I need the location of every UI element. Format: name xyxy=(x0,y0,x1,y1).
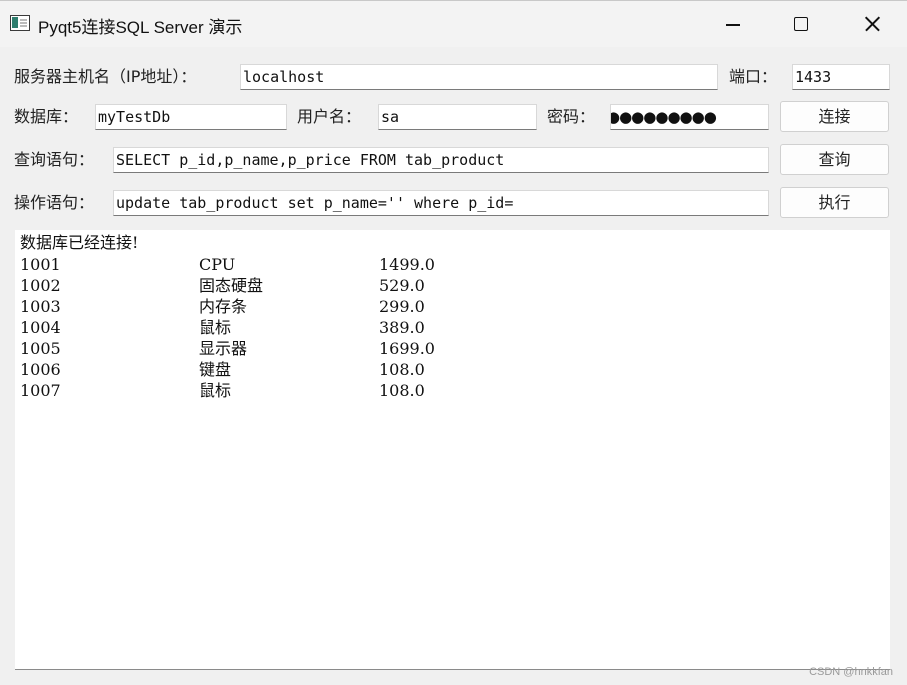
table-row: 1007 鼠标 108.0 xyxy=(15,381,890,402)
product-price: 1499.0 xyxy=(379,255,435,274)
database-input[interactable]: myTestDb xyxy=(95,104,287,130)
port-input[interactable]: 1433 xyxy=(792,64,890,90)
host-input[interactable]: localhost xyxy=(240,64,718,90)
username-label: 用户名： xyxy=(297,107,362,126)
product-id: 1001 xyxy=(20,255,61,274)
close-icon[interactable] xyxy=(849,1,895,47)
main-window: Pyqt5连接SQL Server 演示 服务器主机名（IP地址）： local… xyxy=(0,0,907,685)
product-name: 鼠标 xyxy=(199,318,232,337)
product-id: 1006 xyxy=(20,360,61,379)
table-row: 1004 鼠标 389.0 xyxy=(15,318,890,339)
exec-input[interactable]: update tab_product set p_name='' where p… xyxy=(113,190,769,216)
title-bar[interactable]: Pyqt5连接SQL Server 演示 xyxy=(0,1,907,47)
query-button[interactable]: 查询 xyxy=(780,144,889,175)
product-id: 1002 xyxy=(20,276,61,295)
database-label: 数据库： xyxy=(14,107,79,126)
password-label: 密码： xyxy=(547,107,596,126)
product-price: 108.0 xyxy=(379,381,425,400)
connect-button[interactable]: 连接 xyxy=(780,101,889,132)
product-id: 1005 xyxy=(20,339,61,358)
product-id: 1007 xyxy=(20,381,61,400)
app-window-icon xyxy=(10,15,30,31)
product-id: 1004 xyxy=(20,318,61,337)
query-label: 查询语句： xyxy=(14,150,95,169)
table-row: 1003 内存条 299.0 xyxy=(15,297,890,318)
product-name: 内存条 xyxy=(199,297,248,316)
maximize-icon[interactable] xyxy=(779,1,825,47)
username-input[interactable]: sa xyxy=(378,104,537,130)
product-name: 显示器 xyxy=(199,339,248,358)
exec-label: 操作语句： xyxy=(14,193,95,212)
exec-button[interactable]: 执行 xyxy=(780,187,889,218)
window-title: Pyqt5连接SQL Server 演示 xyxy=(38,18,243,37)
product-price: 299.0 xyxy=(379,297,425,316)
product-name: CPU xyxy=(199,255,236,274)
password-input[interactable]: ●●●●●●●●● xyxy=(610,104,769,130)
product-name: 键盘 xyxy=(199,360,232,379)
product-price: 529.0 xyxy=(379,276,425,295)
product-name: 固态硬盘 xyxy=(199,276,264,295)
connection-status: 数据库已经连接! xyxy=(20,233,139,252)
port-label: 端口： xyxy=(729,67,778,86)
table-row: 1002 固态硬盘 529.0 xyxy=(15,276,890,297)
product-price: 1699.0 xyxy=(379,339,435,358)
output-textarea[interactable]: 数据库已经连接! 1001 CPU 1499.0 1002 固态硬盘 529.0… xyxy=(15,230,890,670)
table-row: 1001 CPU 1499.0 xyxy=(15,255,890,276)
table-row: 1005 显示器 1699.0 xyxy=(15,339,890,360)
product-price: 389.0 xyxy=(379,318,425,337)
product-price: 108.0 xyxy=(379,360,425,379)
watermark: CSDN @hnkkfan xyxy=(809,666,893,678)
product-id: 1003 xyxy=(20,297,61,316)
minimize-icon[interactable] xyxy=(708,1,754,47)
query-input[interactable]: SELECT p_id,p_name,p_price FROM tab_prod… xyxy=(113,147,769,173)
host-label: 服务器主机名（IP地址）： xyxy=(14,67,197,86)
product-name: 鼠标 xyxy=(199,381,232,400)
table-row: 1006 键盘 108.0 xyxy=(15,360,890,381)
